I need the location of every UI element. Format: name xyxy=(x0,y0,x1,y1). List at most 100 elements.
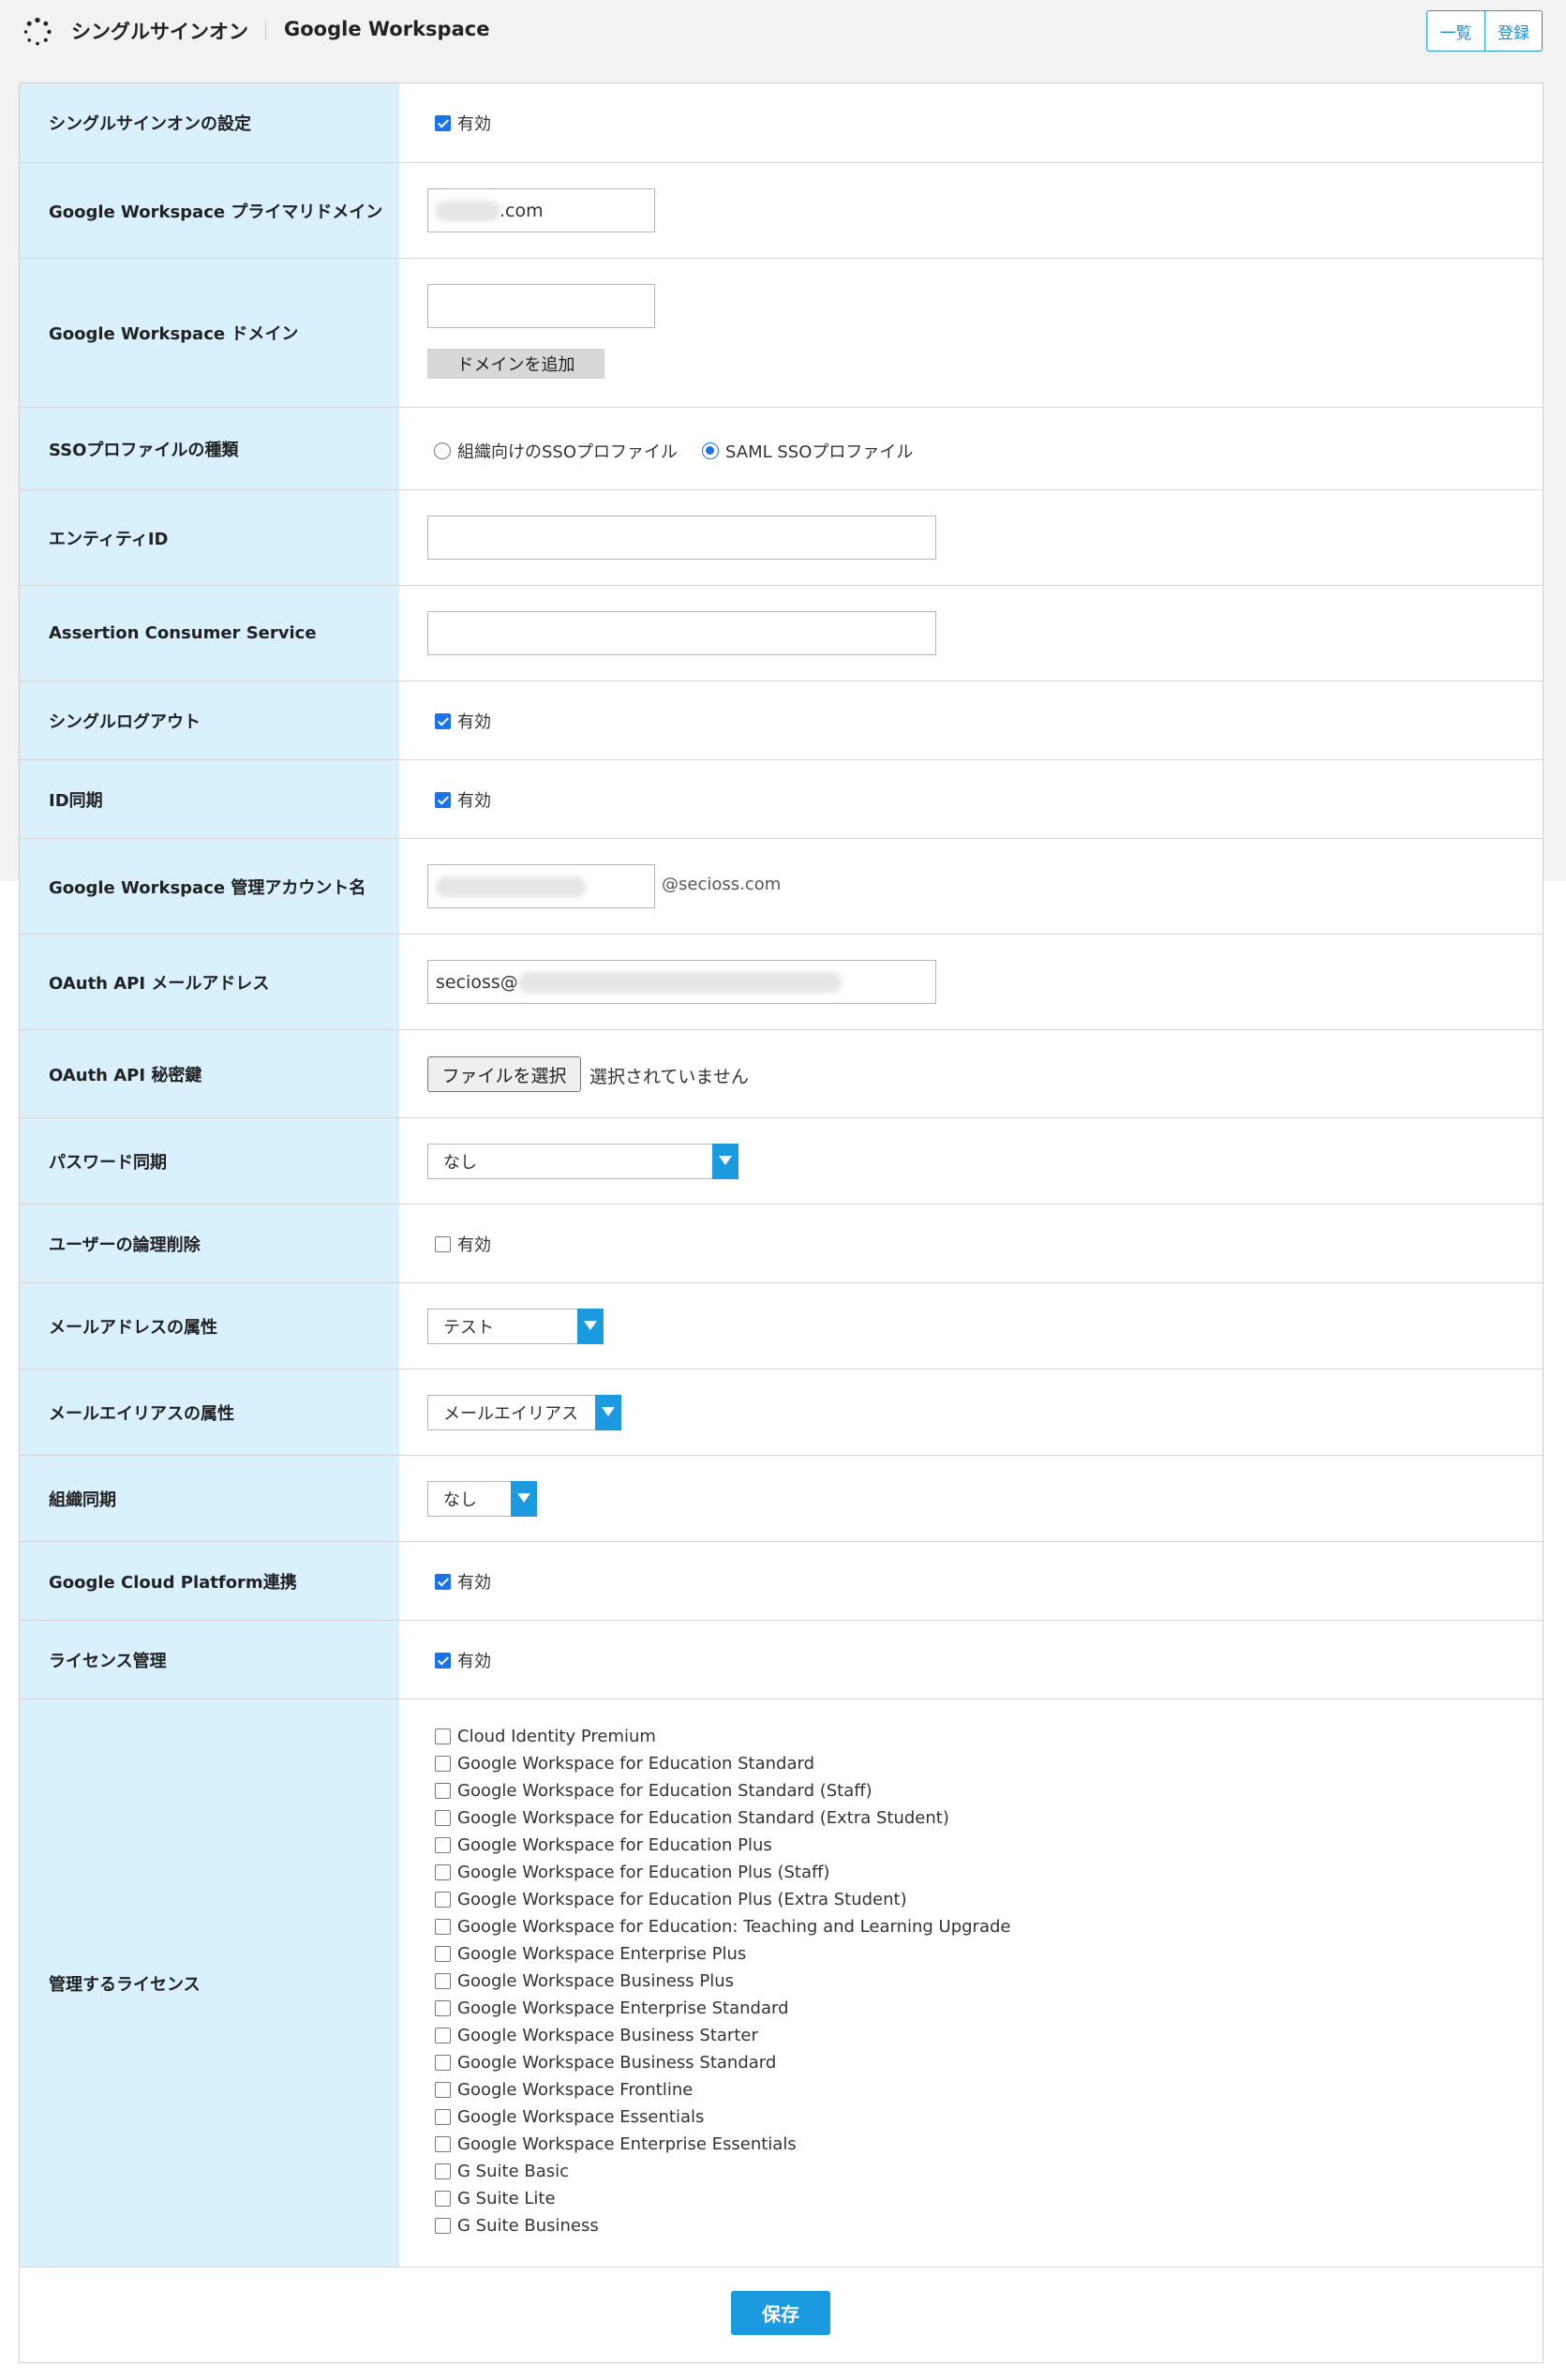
org-sync-select[interactable]: なし xyxy=(427,1481,537,1517)
mail-attribute-select[interactable]: テスト xyxy=(427,1309,604,1344)
acs-input[interactable] xyxy=(427,611,936,655)
license-item[interactable]: G Suite Lite xyxy=(435,2187,556,2210)
checkbox-icon[interactable] xyxy=(435,1235,451,1252)
checkbox-icon[interactable] xyxy=(435,791,451,808)
radio-icon[interactable] xyxy=(702,442,719,459)
dropdown-arrow-icon[interactable] xyxy=(577,1309,604,1344)
license-item[interactable]: Google Workspace Business Standard xyxy=(435,2051,776,2074)
entity-id-input[interactable] xyxy=(427,516,936,560)
radio-label: SAML SSOプロファイル xyxy=(725,442,914,462)
domain-input[interactable] xyxy=(427,284,655,328)
radio-saml-profile[interactable]: SAML SSOプロファイル xyxy=(702,439,913,463)
checkbox-icon[interactable] xyxy=(435,1919,451,1935)
checkbox-icon[interactable] xyxy=(435,1756,451,1772)
save-button[interactable]: 保存 xyxy=(731,2291,830,2335)
checkbox-icon[interactable] xyxy=(435,2136,451,2152)
license-item[interactable]: Google Workspace for Education Plus (Sta… xyxy=(435,1861,829,1884)
license-item[interactable]: Google Workspace for Education Standard … xyxy=(435,1806,949,1830)
row-id-sync: ID同期 有効 xyxy=(20,760,1543,839)
checkbox-icon[interactable] xyxy=(435,2028,451,2043)
checkbox-icon[interactable] xyxy=(435,1973,451,1989)
license-item[interactable]: Google Workspace Enterprise Standard xyxy=(435,1997,789,2020)
license-item[interactable]: Google Workspace Business Starter xyxy=(435,2024,758,2047)
oauth-email-input[interactable]: secioss@ xyxy=(427,960,936,1004)
gcp-checkbox[interactable]: 有効 xyxy=(435,1569,491,1594)
row-managed-licenses: 管理するライセンス Cloud Identity Premium Google W… xyxy=(20,1699,1543,2268)
radio-label: 組織向けのSSOプロファイル xyxy=(457,442,679,462)
row-label: シングルログアウト xyxy=(20,681,399,759)
license-item[interactable]: G Suite Basic xyxy=(435,2160,569,2183)
checkbox-icon[interactable] xyxy=(435,114,451,131)
row-label: Assertion Consumer Service xyxy=(20,586,399,681)
license-item[interactable]: Google Workspace for Education: Teaching… xyxy=(435,1915,1010,1938)
password-sync-select[interactable]: なし xyxy=(427,1144,738,1179)
license-management-checkbox[interactable]: 有効 xyxy=(435,1648,491,1672)
checkbox-icon[interactable] xyxy=(435,2191,451,2207)
select-value: メールエイリアス xyxy=(443,1404,578,1424)
license-item[interactable]: Google Workspace Enterprise Essentials xyxy=(435,2133,797,2156)
dropdown-arrow-icon[interactable] xyxy=(511,1481,537,1517)
license-item[interactable]: Google Workspace Essentials xyxy=(435,2105,704,2129)
row-label: パスワード同期 xyxy=(20,1118,399,1204)
license-label: Google Workspace Enterprise Standard xyxy=(457,1998,789,2018)
license-label: Google Workspace Enterprise Plus xyxy=(457,1944,747,1964)
id-sync-checkbox[interactable]: 有効 xyxy=(435,787,491,812)
checkbox-icon[interactable] xyxy=(435,1783,451,1799)
license-item[interactable]: Google Workspace Frontline xyxy=(435,2078,693,2102)
checkbox-icon[interactable] xyxy=(435,1837,451,1853)
single-logout-checkbox[interactable]: 有効 xyxy=(435,709,491,733)
license-item[interactable]: Google Workspace Enterprise Plus xyxy=(435,1942,746,1966)
checkbox-icon[interactable] xyxy=(435,1946,451,1962)
form-footer: 保存 xyxy=(20,2268,1543,2362)
register-button[interactable]: 登録 xyxy=(1484,11,1542,51)
radio-org-profile[interactable]: 組織向けのSSOプロファイル xyxy=(434,439,678,463)
row-alias-attribute: メールエイリアスの属性 メールエイリアス xyxy=(20,1370,1543,1456)
list-button[interactable]: 一覧 xyxy=(1427,11,1484,51)
radio-icon[interactable] xyxy=(434,442,451,459)
checkbox-icon[interactable] xyxy=(435,712,451,729)
checkbox-icon[interactable] xyxy=(435,2055,451,2071)
settings-form: シングルサインオンの設定 有効 Google Workspace プライマリドメ… xyxy=(19,82,1544,2363)
alias-attribute-select[interactable]: メールエイリアス xyxy=(427,1395,621,1430)
checkbox-icon[interactable] xyxy=(435,1652,451,1669)
row-domain: Google Workspace ドメイン ドメインを追加 xyxy=(20,259,1543,408)
loading-spinner-icon xyxy=(23,17,52,46)
dropdown-arrow-icon[interactable] xyxy=(712,1144,738,1179)
redacted-text xyxy=(517,971,842,993)
checkbox-icon[interactable] xyxy=(435,2163,451,2179)
checkbox-icon[interactable] xyxy=(435,2000,451,2016)
license-label: Google Workspace for Education Standard … xyxy=(457,1808,949,1828)
primary-domain-input[interactable]: .com xyxy=(427,188,655,232)
checkbox-icon[interactable] xyxy=(435,1573,451,1590)
row-oauth-email: OAuth API メールアドレス secioss@ xyxy=(20,935,1543,1030)
license-item[interactable]: Google Workspace for Education Standard … xyxy=(435,1779,872,1803)
logical-delete-checkbox[interactable]: 有効 xyxy=(435,1232,491,1256)
dropdown-arrow-icon[interactable] xyxy=(595,1395,621,1430)
add-domain-button[interactable]: ドメインを追加 xyxy=(427,349,604,379)
row-label: OAuth API 秘密鍵 xyxy=(20,1030,399,1117)
sso-enabled-checkbox[interactable]: 有効 xyxy=(435,111,491,135)
license-label: Google Workspace Business Standard xyxy=(457,2053,777,2073)
row-admin-account: Google Workspace 管理アカウント名 @secioss.com xyxy=(20,839,1543,935)
checkbox-icon[interactable] xyxy=(435,1892,451,1908)
license-item[interactable]: Google Workspace for Education Plus (Ext… xyxy=(435,1888,907,1911)
row-label: Google Workspace ドメイン xyxy=(20,259,399,407)
license-item[interactable]: Google Workspace for Education Plus xyxy=(435,1834,772,1857)
row-password-sync: パスワード同期 なし xyxy=(20,1118,1543,1205)
license-item[interactable]: G Suite Business xyxy=(435,2214,599,2238)
select-value: なし xyxy=(443,1153,477,1173)
row-single-logout: シングルログアウト 有効 xyxy=(20,681,1543,760)
checkbox-icon[interactable] xyxy=(435,2082,451,2098)
choose-file-button[interactable]: ファイルを選択 xyxy=(427,1056,581,1092)
primary-domain-suffix: .com xyxy=(500,200,544,221)
license-item[interactable]: Google Workspace Business Plus xyxy=(435,1969,734,1993)
checkbox-icon[interactable] xyxy=(435,2109,451,2125)
checkbox-icon[interactable] xyxy=(435,1864,451,1880)
admin-account-input[interactable] xyxy=(427,864,655,908)
checkbox-icon[interactable] xyxy=(435,1729,451,1744)
row-logical-delete: ユーザーの論理削除 有効 xyxy=(20,1205,1543,1283)
checkbox-icon[interactable] xyxy=(435,1810,451,1826)
checkbox-icon[interactable] xyxy=(435,2218,451,2234)
license-item[interactable]: Google Workspace for Education Standard xyxy=(435,1752,814,1775)
license-item[interactable]: Cloud Identity Premium xyxy=(435,1725,656,1748)
